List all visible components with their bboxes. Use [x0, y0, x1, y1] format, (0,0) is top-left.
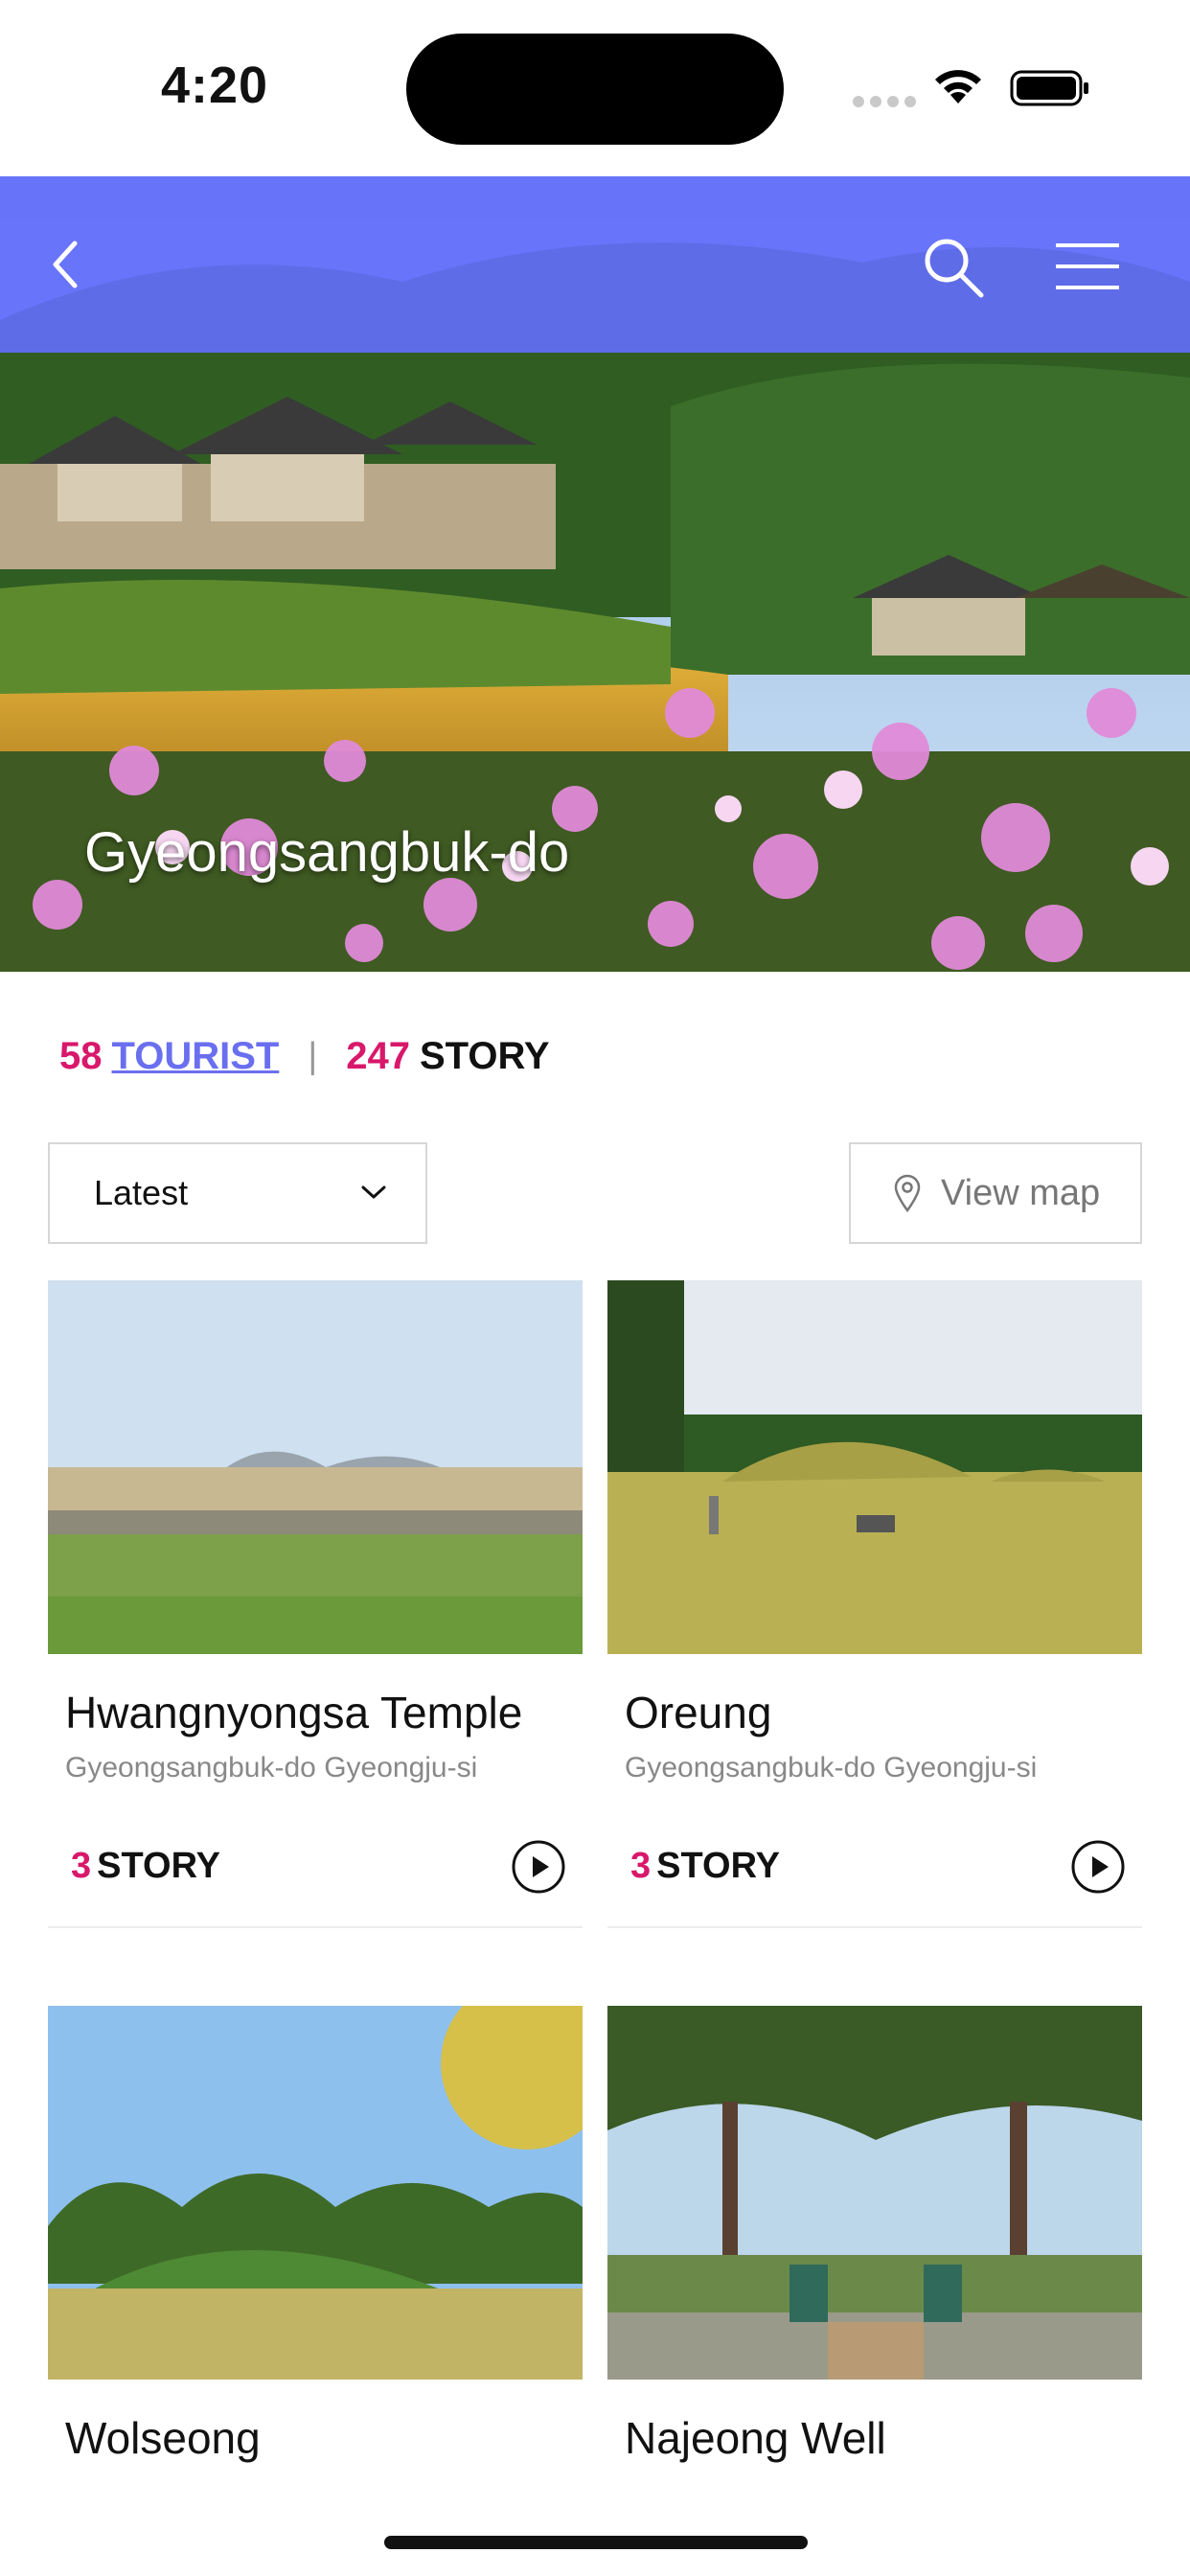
sort-value: Latest	[94, 1173, 189, 1212]
tab-tourist[interactable]: TOURIST	[112, 1035, 280, 1078]
tourist-card[interactable]: Wolseong	[48, 2006, 583, 2464]
menu-icon[interactable]	[1054, 240, 1121, 293]
tourist-count: 58	[59, 1034, 103, 1077]
card-title: Oreung	[625, 1688, 772, 1737]
card-image	[48, 1280, 583, 1654]
hero-banner: Gyeongsangbuk-do	[0, 176, 1190, 972]
tab-story[interactable]: STORY	[420, 1035, 550, 1078]
signal-icon	[853, 96, 916, 107]
tourist-card[interactable]: Oreung Gyeongsangbuk-do Gyeongju-si 3 STO…	[607, 1280, 1142, 1928]
card-footer: 3 STORY	[48, 1823, 583, 1928]
page-title: Gyeongsangbuk-do	[84, 821, 570, 884]
wifi-icon	[935, 70, 981, 104]
tourist-card[interactable]: Najeong Well	[607, 2006, 1142, 2464]
sort-dropdown[interactable]: Latest	[48, 1142, 427, 1244]
status-bar: 4:20	[0, 0, 1190, 176]
story-count-number: 3	[630, 1846, 652, 1886]
card-location: Gyeongsangbuk-do Gyeongju-si	[65, 1752, 478, 1783]
card-title: Wolseong	[65, 2413, 261, 2463]
play-icon[interactable]	[1069, 1838, 1127, 1896]
card-image	[607, 2006, 1142, 2380]
view-map-label: View map	[941, 1172, 1101, 1213]
tourist-card[interactable]: Hwangnyongsa Temple Gyeongsangbuk-do Gye…	[48, 1280, 583, 1928]
search-icon[interactable]	[920, 234, 987, 301]
count-tabs: 58 TOURIST | 247 STORY	[59, 1031, 550, 1081]
top-nav-bar	[0, 176, 1190, 353]
play-icon[interactable]	[510, 1838, 567, 1896]
divider: |	[308, 1035, 318, 1076]
battery-icon	[1010, 70, 1088, 106]
story-label: STORY	[656, 1846, 780, 1886]
story-count: 247	[346, 1034, 410, 1077]
view-map-button[interactable]: View map	[849, 1142, 1142, 1244]
card-footer: 3 STORY	[607, 1823, 1142, 1928]
story-label: STORY	[97, 1846, 220, 1886]
story-count-number: 3	[71, 1846, 92, 1886]
card-location: Gyeongsangbuk-do Gyeongju-si	[625, 1752, 1038, 1783]
card-title: Hwangnyongsa Temple	[65, 1688, 523, 1737]
card-story-count: 3 STORY	[630, 1846, 780, 1887]
card-story-count: 3 STORY	[71, 1846, 220, 1887]
dynamic-island	[406, 34, 784, 145]
map-pin-icon	[894, 1174, 921, 1212]
back-icon[interactable]	[46, 234, 88, 295]
card-title: Najeong Well	[625, 2413, 886, 2463]
chevron-down-icon	[361, 1185, 386, 1199]
home-indicator	[384, 2536, 808, 2549]
status-time: 4:20	[161, 57, 269, 114]
card-image	[607, 1280, 1142, 1654]
card-image	[48, 2006, 583, 2380]
